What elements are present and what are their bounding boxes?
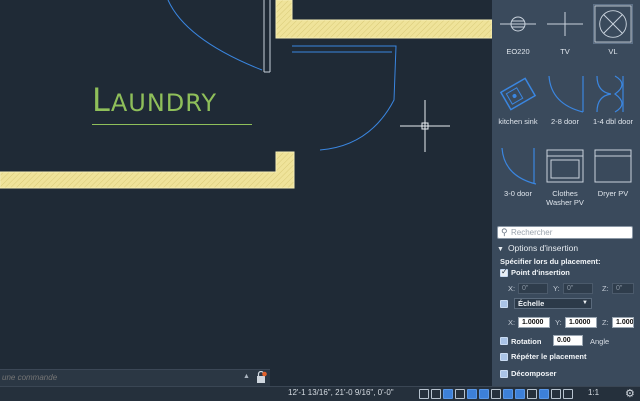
block-tile-3-0-door[interactable]: 3-0 door xyxy=(496,146,540,198)
room-label: LAUNDRY xyxy=(92,81,218,119)
insertion-options-header[interactable]: ▼ Options d'insertion xyxy=(497,243,578,253)
workspace-icon[interactable] xyxy=(563,389,573,399)
insertion-point-checkbox[interactable] xyxy=(500,267,508,277)
double-door-icon xyxy=(596,75,624,113)
insertion-point-label: Point d'insertion xyxy=(511,268,570,277)
repeat-placement-label: Répéter le placement xyxy=(511,352,587,361)
washer-icon xyxy=(546,149,584,183)
snap-toggle-icon[interactable] xyxy=(431,389,441,399)
door-swing-right xyxy=(292,45,397,151)
block-tile-vl[interactable]: VL xyxy=(591,4,635,56)
command-lock-icon[interactable] xyxy=(255,371,267,384)
repeat-placement-checkbox[interactable] xyxy=(500,353,508,361)
osnap-toggle-icon[interactable] xyxy=(467,389,477,399)
block-tile-tv[interactable]: TV xyxy=(543,4,587,56)
dynamic-input-icon[interactable] xyxy=(539,389,549,399)
gear-icon[interactable]: ⚙ xyxy=(625,387,635,400)
insertion-x-field[interactable]: 0" xyxy=(518,283,548,294)
ortho-toggle-icon[interactable] xyxy=(443,389,453,399)
chevron-down-icon: ▼ xyxy=(582,300,588,306)
door-icon xyxy=(501,147,537,185)
lineweight-toggle-icon[interactable] xyxy=(491,389,501,399)
room-label-underline xyxy=(92,124,252,125)
rotation-label: Rotation xyxy=(511,337,542,346)
search-icon: ⚲ xyxy=(501,227,508,237)
status-bar: 12'-1 13/16", 21'-0 9/16", 0'-0" 1:1 ⚙ xyxy=(0,386,640,401)
sink-icon xyxy=(499,77,537,111)
angle-label: Angle xyxy=(590,337,610,346)
rotation-field[interactable]: 0.00 xyxy=(553,335,583,346)
drawing-canvas[interactable]: LAUNDRY xyxy=(0,0,492,386)
tv-icon xyxy=(547,12,583,36)
scale-select[interactable]: Échelle ▼ xyxy=(514,298,592,309)
scale-checkbox[interactable] xyxy=(500,300,508,308)
coordinate-readout: 12'-1 13/16", 21'-0 9/16", 0'-0" xyxy=(288,388,394,397)
door-swing-left xyxy=(167,0,263,71)
specify-on-placement-label: Spécifier lors du placement: xyxy=(500,257,601,266)
selection-cycling-icon[interactable] xyxy=(515,389,525,399)
block-tile-2-8-door[interactable]: 2-8 door xyxy=(543,74,587,126)
insertion-z-field[interactable]: 0" xyxy=(612,283,634,294)
dynamic-ucs-icon[interactable] xyxy=(527,389,537,399)
outlet-icon xyxy=(500,16,536,32)
floor-plan xyxy=(0,0,492,189)
annotation-visibility-icon[interactable] xyxy=(551,389,561,399)
polar-toggle-icon[interactable] xyxy=(455,389,465,399)
wall-top xyxy=(275,0,492,39)
search-input[interactable] xyxy=(511,227,629,238)
vl-icon xyxy=(593,4,633,44)
explode-label: Décomposer xyxy=(511,369,557,378)
command-input[interactable] xyxy=(2,371,232,384)
palette-search[interactable]: ⚲ xyxy=(497,226,633,239)
grid-toggle-icon[interactable] xyxy=(419,389,429,399)
status-toggles xyxy=(419,388,573,400)
block-tile-kitchen-sink[interactable]: kitchen sink xyxy=(496,74,540,126)
command-line[interactable]: ▲ xyxy=(0,369,270,386)
insertion-y-field[interactable]: 0" xyxy=(563,283,593,294)
door-icon xyxy=(548,75,584,113)
block-tile-dryer[interactable]: Dryer PV xyxy=(591,146,635,198)
block-tile-1-4-dbl-door[interactable]: 1-4 dbl door xyxy=(591,74,635,126)
block-tile-clothes-washer[interactable]: Clothes Washer PV xyxy=(543,146,587,207)
scale-x-field[interactable]: 1.0000 xyxy=(518,317,550,328)
rotation-checkbox[interactable] xyxy=(500,337,508,345)
command-history-arrow-icon[interactable]: ▲ xyxy=(243,373,250,380)
dryer-icon xyxy=(594,149,632,183)
transparency-toggle-icon[interactable] xyxy=(503,389,513,399)
otrack-toggle-icon[interactable] xyxy=(479,389,489,399)
scale-y-field[interactable]: 1.0000 xyxy=(565,317,597,328)
scale-z-field[interactable]: 1.000 xyxy=(612,317,634,328)
crosshair-cursor-icon xyxy=(400,100,450,152)
block-tile-eo220[interactable]: EO220 xyxy=(496,4,540,56)
explode-checkbox[interactable] xyxy=(500,370,508,378)
annotation-scale[interactable]: 1:1 xyxy=(588,388,599,397)
wall-bottom xyxy=(0,151,295,189)
collapse-triangle-icon[interactable]: ▼ xyxy=(497,246,504,253)
